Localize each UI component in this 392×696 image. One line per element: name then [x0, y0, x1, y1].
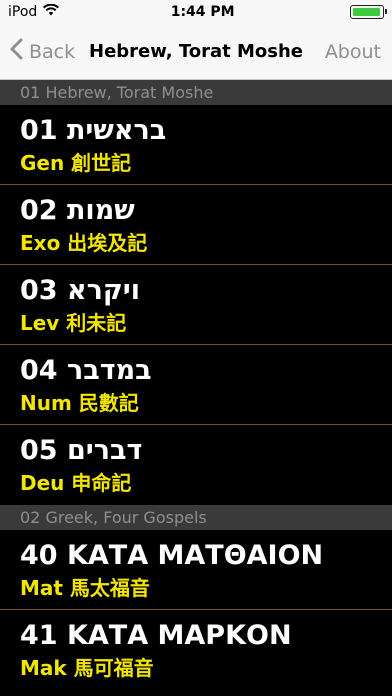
list-item[interactable]: 03 ויקרא Lev 利未記 [0, 265, 392, 345]
back-button[interactable]: Back [0, 38, 75, 65]
battery-icon [350, 5, 387, 19]
status-bar: iPod 1:44 PM [0, 0, 392, 24]
list-item-subtitle: Gen 創世記 [20, 150, 132, 175]
list-item-subtitle: Mak 馬可福音 [20, 656, 154, 680]
back-button-label: Back [29, 40, 76, 63]
list-item-number: 05 [20, 435, 58, 466]
status-bar-left: iPod [8, 3, 60, 20]
list-item-number: 41 [20, 620, 58, 651]
list-item-title: 03 ויקרא [20, 274, 392, 308]
list-item-title: 01 בראשית [20, 114, 392, 148]
book-list: 01 Hebrew, Torat Moshe 01 בראשית Gen 創世記… [0, 80, 392, 690]
list-item-name: ויקרא [66, 274, 140, 306]
battery-level-fill [353, 8, 380, 16]
wifi-icon [43, 3, 60, 20]
list-item-number: 04 [20, 354, 58, 386]
list-item-name: שמות [66, 194, 135, 226]
navigation-bar: Back Hebrew, Torat Moshe About [0, 24, 392, 80]
list-item-title: 05 דברים [20, 434, 392, 468]
status-bar-right [346, 5, 387, 19]
list-item-number: 40 [20, 539, 58, 571]
list-item[interactable]: 01 בראשית Gen 創世記 [0, 105, 392, 185]
list-item-subtitle: Deu 申命記 [20, 471, 132, 495]
list-item[interactable]: 04 במדבר Num 民數記 [0, 345, 392, 425]
chevron-left-icon [10, 38, 29, 65]
section-header: 02 Greek, Four Gospels [0, 505, 392, 530]
carrier-label: iPod [8, 4, 38, 20]
list-item-title: 02 שמות [20, 194, 392, 228]
list-item-number: 02 [20, 194, 58, 226]
list-item-title: 40 ΚΑΤΑ ΜΑΤΘΑΙΟΝ [20, 539, 392, 573]
list-item-subtitle: Num 民數記 [20, 390, 139, 415]
status-time: 1:44 PM [170, 4, 235, 20]
list-item[interactable]: 40 ΚΑΤΑ ΜΑΤΘΑΙΟΝ Mat 馬太福音 [0, 530, 392, 610]
list-item-subtitle: Exo 出埃及記 [20, 230, 148, 255]
list-item-title: 41 ΚΑΤΑ ΜΑΡΚΟΝ [20, 619, 392, 653]
list-item-name: בראשית [66, 114, 167, 146]
list-item[interactable]: 41 ΚΑΤΑ ΜΑΡΚΟΝ Mak 馬可福音 [0, 610, 392, 690]
list-item-name: דברים [66, 435, 143, 466]
list-item-subtitle: Lev 利未記 [20, 310, 127, 335]
list-item[interactable]: 02 שמות Exo 出埃及記 [0, 185, 392, 265]
list-item-name: ΚΑΤΑ ΜΑΡΚΟΝ [66, 620, 292, 651]
list-item-subtitle: Mat 馬太福音 [20, 575, 150, 600]
list-item-name: ΚΑΤΑ ΜΑΤΘΑΙΟΝ [66, 539, 324, 571]
list-item-name: במדבר [66, 354, 152, 386]
list-item-title: 04 במדבר [20, 354, 392, 388]
list-item-number: 01 [20, 114, 58, 146]
list-item[interactable]: 05 דברים Deu 申命記 [0, 425, 392, 505]
list-item-number: 03 [20, 274, 58, 306]
section-header: 01 Hebrew, Torat Moshe [0, 80, 392, 105]
about-button[interactable]: About [325, 41, 392, 63]
